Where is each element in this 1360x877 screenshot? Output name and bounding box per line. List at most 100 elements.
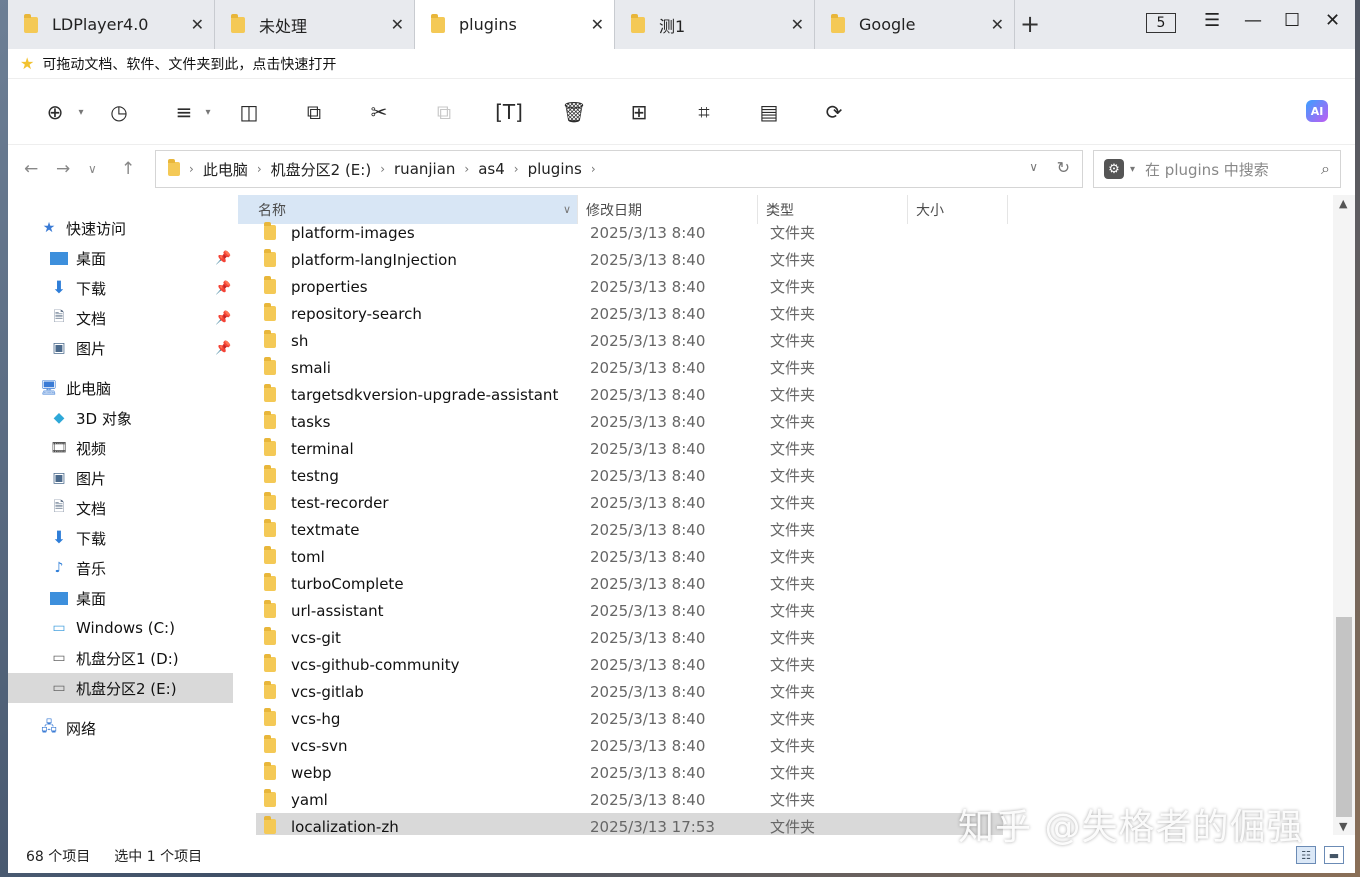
file-row[interactable]: terminal 2025/3/13 8:40 文件夹 (256, 435, 1003, 462)
breadcrumb-as4[interactable]: as4 (478, 160, 505, 178)
address-bar[interactable]: › 此电脑 › 机盘分区2 (E:) › ruanjian › as4 › pl… (155, 150, 1083, 188)
file-row[interactable]: vcs-svn 2025/3/13 8:40 文件夹 (256, 732, 1003, 759)
sidebar-item-3d-objects[interactable]: ◆ 3D 对象 (50, 403, 132, 433)
sidebar-item-documents-pc[interactable]: 🗎 文档 (50, 493, 106, 523)
sidebar-item-documents[interactable]: 🗎 文档 (50, 303, 106, 333)
scrollbar-thumb[interactable] (1336, 617, 1352, 817)
sidebar-item-downloads-pc[interactable]: ⬇ 下载 (50, 523, 106, 553)
sidebar-item-drive-e[interactable]: ▭ 机盘分区2 (E:) (8, 673, 233, 703)
sidebar-item-desktop[interactable]: 桌面 (50, 243, 106, 273)
pin-icon[interactable]: 📌 (215, 311, 231, 326)
close-icon[interactable]: ✕ (191, 15, 204, 34)
file-row[interactable]: vcs-git 2025/3/13 8:40 文件夹 (256, 624, 1003, 651)
file-row[interactable]: tasks 2025/3/13 8:40 文件夹 (256, 408, 1003, 435)
chevron-down-icon[interactable]: ∨ (1029, 160, 1038, 174)
chevron-down-icon[interactable]: ▾ (195, 99, 221, 125)
sidebar-item-pictures-pc[interactable]: ▣ 图片 (50, 463, 106, 493)
file-row[interactable]: textmate 2025/3/13 8:40 文件夹 (256, 516, 1003, 543)
back-icon[interactable]: ← (24, 159, 38, 179)
breadcrumb-plugins[interactable]: plugins (528, 160, 582, 178)
sync-icon[interactable]: ⟳ (821, 99, 847, 125)
vertical-scrollbar[interactable]: ▲ ▼ (1333, 195, 1355, 835)
close-icon[interactable]: ✕ (791, 15, 804, 34)
pin-icon[interactable]: 📌 (215, 251, 231, 266)
preview-pane-icon[interactable]: ◫ (236, 99, 262, 125)
sidebar-item-desktop-pc[interactable]: 桌面 (50, 583, 106, 613)
forward-icon[interactable]: → (56, 159, 70, 179)
history-icon[interactable]: ◷ (106, 99, 132, 125)
file-row[interactable]: smali 2025/3/13 8:40 文件夹 (256, 354, 1003, 381)
file-row[interactable]: targetsdkversion-upgrade-assistant 2025/3… (256, 381, 1003, 408)
tab-count-badge[interactable]: 5 (1146, 13, 1176, 33)
sidebar-item-network[interactable]: 🖧 网络 (40, 713, 96, 743)
file-row[interactable]: platform-images 2025/3/13 8:40 文件夹 (256, 219, 1003, 246)
scroll-down-icon[interactable]: ▼ (1339, 820, 1347, 833)
file-row[interactable]: vcs-hg 2025/3/13 8:40 文件夹 (256, 705, 1003, 732)
close-window-button[interactable]: ✕ (1325, 10, 1340, 31)
sidebar-item-this-pc[interactable]: 🖥 此电脑 (40, 373, 111, 403)
quick-launch-bar[interactable]: ★ 可拖动文档、软件、文件夹到此，点击快速打开 (8, 49, 1355, 79)
file-row[interactable]: vcs-gitlab 2025/3/13 8:40 文件夹 (256, 678, 1003, 705)
close-icon[interactable]: ✕ (991, 15, 1004, 34)
paste-icon[interactable]: ⧉ (431, 99, 457, 125)
file-row[interactable]: test-recorder 2025/3/13 8:40 文件夹 (256, 489, 1003, 516)
chevron-down-icon[interactable]: ▾ (68, 99, 94, 125)
breadcrumb-ruanjian[interactable]: ruanjian (394, 160, 455, 178)
sidebar-item-downloads[interactable]: ⬇ 下载 (50, 273, 106, 303)
sidebar-item-music[interactable]: ♪ 音乐 (50, 553, 106, 583)
file-row[interactable]: testng 2025/3/13 8:40 文件夹 (256, 462, 1003, 489)
view-list-icon[interactable]: ≡ (171, 99, 197, 125)
delete-icon[interactable]: 🗑 (561, 99, 587, 125)
rename-icon[interactable]: [T] (495, 99, 523, 125)
sidebar-item-quick-access[interactable]: ★ 快速访问 (40, 213, 126, 243)
pin-icon[interactable]: 📌 (215, 341, 231, 356)
sidebar-item-pictures[interactable]: ▣ 图片 (50, 333, 106, 363)
file-row[interactable]: url-assistant 2025/3/13 8:40 文件夹 (256, 597, 1003, 624)
crop-icon[interactable]: ⌗ (691, 99, 717, 125)
file-row[interactable]: yaml 2025/3/13 8:40 文件夹 (256, 786, 1003, 813)
file-row[interactable]: toml 2025/3/13 8:40 文件夹 (256, 543, 1003, 570)
new-window-icon[interactable]: ⊞ (626, 99, 652, 125)
breadcrumb-this-pc[interactable]: 此电脑 (203, 159, 248, 180)
tab-ce1[interactable]: 测1 ✕ (615, 0, 815, 49)
file-row[interactable]: webp 2025/3/13 8:40 文件夹 (256, 759, 1003, 786)
ai-button[interactable]: AI (1306, 100, 1328, 122)
properties-icon[interactable]: ▤ (756, 99, 782, 125)
file-row[interactable]: localization-zh 2025/3/13 17:53 文件夹 (256, 813, 1003, 835)
close-icon[interactable]: ✕ (391, 15, 404, 34)
scroll-up-icon[interactable]: ▲ (1339, 197, 1347, 210)
file-row[interactable]: repository-search 2025/3/13 8:40 文件夹 (256, 300, 1003, 327)
menu-icon[interactable]: ☰ (1204, 10, 1220, 31)
up-icon[interactable]: ↑ (121, 159, 135, 179)
search-icon[interactable]: ⌕ (1321, 159, 1330, 179)
cut-icon[interactable]: ✂ (366, 99, 392, 125)
details-view-button[interactable]: ☷ (1296, 846, 1316, 864)
new-item-icon[interactable]: ⊕ (42, 99, 68, 125)
tab-google[interactable]: Google ✕ (815, 0, 1015, 49)
breadcrumb-drive-e[interactable]: 机盘分区2 (E:) (271, 159, 372, 180)
search-box[interactable]: ⚙ ▾ 在 plugins 中搜索 ⌕ (1093, 150, 1341, 188)
copy-icon[interactable]: ⧉ (301, 99, 327, 125)
recent-dropdown-icon[interactable]: ∨ (88, 162, 97, 176)
gear-icon[interactable]: ⚙ (1104, 159, 1124, 179)
maximize-button[interactable]: ☐ (1284, 10, 1300, 31)
search-input[interactable]: 在 plugins 中搜索 (1145, 159, 1269, 180)
tab-weichuli[interactable]: 未处理 ✕ (215, 0, 415, 49)
sidebar-item-drive-c[interactable]: ▭ Windows (C:) (50, 613, 175, 643)
file-row[interactable]: properties 2025/3/13 8:40 文件夹 (256, 273, 1003, 300)
file-row[interactable]: vcs-github-community 2025/3/13 8:40 文件夹 (256, 651, 1003, 678)
tab-plugins[interactable]: plugins ✕ (415, 0, 615, 49)
sidebar-item-videos[interactable]: 🎞 视频 (50, 433, 106, 463)
tab-ldplayer[interactable]: LDPlayer4.0 ✕ (8, 0, 215, 49)
file-row[interactable]: platform-langInjection 2025/3/13 8:40 文件夹 (256, 246, 1003, 273)
close-icon[interactable]: ✕ (591, 15, 604, 34)
minimize-button[interactable]: — (1244, 10, 1262, 31)
chevron-down-icon[interactable]: ∨ (563, 203, 571, 216)
file-row[interactable]: sh 2025/3/13 8:40 文件夹 (256, 327, 1003, 354)
file-row[interactable]: turboComplete 2025/3/13 8:40 文件夹 (256, 570, 1003, 597)
refresh-icon[interactable]: ↻ (1057, 158, 1070, 177)
new-tab-button[interactable]: + (1020, 10, 1040, 38)
chevron-down-icon[interactable]: ▾ (1130, 164, 1135, 175)
pin-icon[interactable]: 📌 (215, 281, 231, 296)
large-icons-view-button[interactable]: ▬ (1324, 846, 1344, 864)
